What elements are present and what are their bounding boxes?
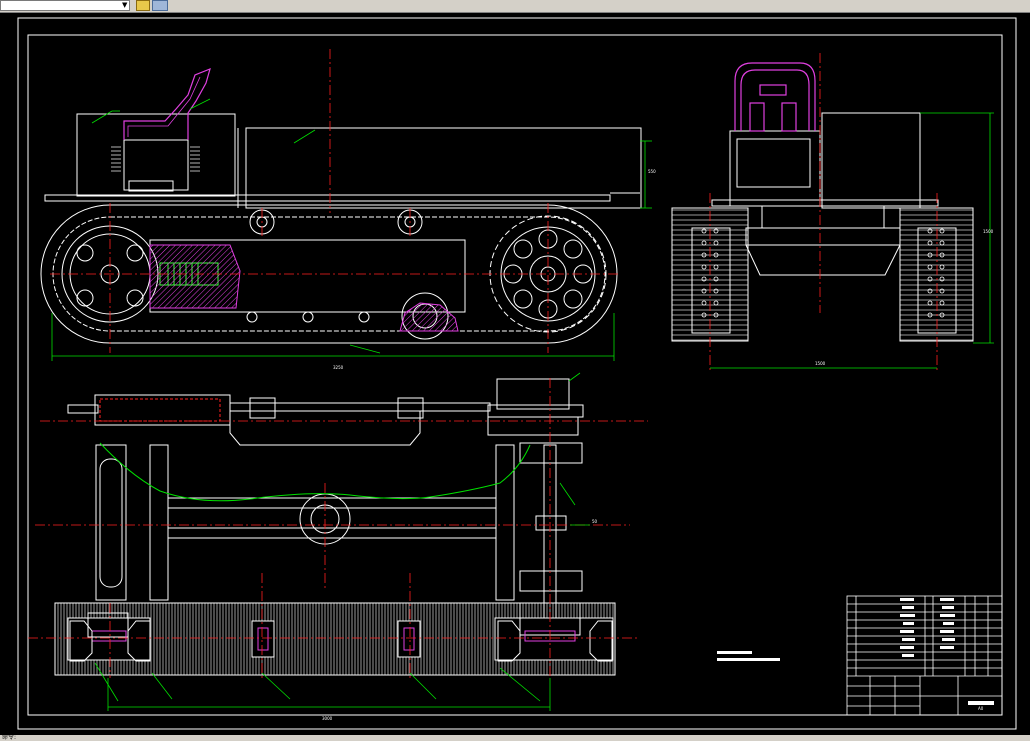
dim-track-length: 3250	[333, 365, 344, 370]
title-block-fills	[900, 598, 994, 705]
front-view	[671, 112, 974, 342]
side-dimensions	[51, 98, 652, 361]
note-bar-2	[717, 658, 780, 661]
title-block	[846, 595, 1003, 716]
title-block-scale: A0	[978, 706, 984, 711]
dim-front-width: 1500	[815, 361, 826, 366]
ground-profile	[99, 442, 531, 502]
front-seat	[734, 62, 816, 132]
layer-icon[interactable]	[136, 0, 150, 11]
command-prompt: 命令:	[2, 734, 17, 741]
toolbar: ▼	[0, 0, 1030, 13]
dim-front-height: 1500	[983, 229, 994, 234]
properties-icon[interactable]	[152, 0, 168, 11]
seat	[123, 67, 211, 140]
chevron-down-icon[interactable]: ▼	[122, 1, 127, 9]
dim-plan-length: 3000	[322, 716, 333, 721]
dim-plan-offset: 50	[592, 519, 598, 524]
layer-dropdown[interactable]	[0, 0, 130, 11]
command-line[interactable]: 命令:	[0, 735, 1030, 741]
note-bar-1	[717, 651, 752, 654]
side-view	[40, 113, 642, 344]
cad-drawing-canvas[interactable]: 3250 550 1500 1500 3000 50 A0	[0, 13, 1030, 735]
dim-side-height: 550	[648, 169, 656, 174]
tension-housing	[149, 244, 241, 309]
